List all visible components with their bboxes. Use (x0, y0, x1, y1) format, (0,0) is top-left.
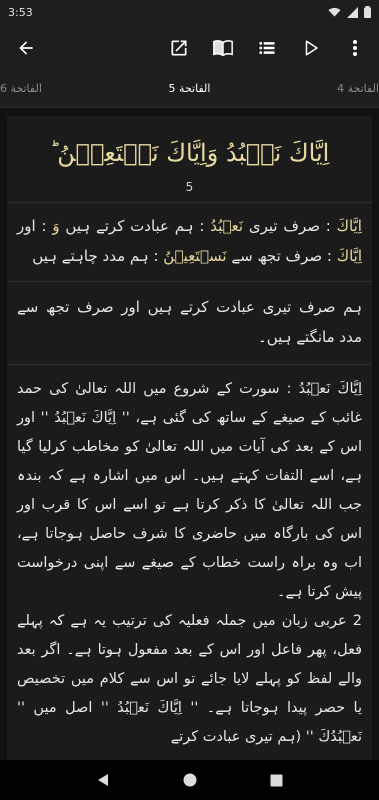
ayah-card: اِيَّاكَ نَعۡبُدُ وَ اِيَّاكَ نَسۡتَعِيۡن… (7, 116, 372, 760)
back-arrow-icon[interactable] (14, 36, 38, 60)
word-meaning: : اور (17, 217, 47, 236)
tab-previous-ayah[interactable]: الفاتحة 4 (337, 82, 379, 95)
translation-text: ہم صرف تیری عبادت کرتے ہیں اور صرف تجھ س… (7, 282, 372, 366)
open-external-icon[interactable] (167, 36, 191, 60)
tab-next-ayah[interactable]: الفاتحة 6 (0, 82, 42, 95)
nav-recents-icon[interactable] (270, 774, 283, 787)
tab-current-ayah[interactable]: الفاتحة 5 (169, 82, 211, 95)
status-bar: 3:53 (0, 0, 379, 24)
word-arabic: وَ (52, 217, 60, 236)
word-meaning: : ہم مدد چاہتے ہیں (32, 247, 159, 266)
status-icons (328, 6, 371, 18)
ayah-arabic-text: اِيَّاكَ نَعۡبُدُ وَاِيَّاكَ نَسۡتَعِيۡن… (49, 139, 330, 167)
word-meaning: : صرف تیری (248, 217, 331, 236)
word-arabic: اِيَّاكَ (336, 217, 362, 236)
more-icon[interactable] (343, 36, 367, 60)
list-icon[interactable] (255, 36, 279, 60)
wifi-icon (328, 7, 341, 17)
ayah-number: 5 (185, 180, 194, 195)
ayah-content[interactable]: اِيَّاكَ نَعۡبُدُ وَ اِيَّاكَ نَسۡتَعِيۡن… (0, 108, 379, 760)
nav-back-icon[interactable] (96, 773, 110, 787)
ayah-box: اِيَّاكَ نَعۡبُدُ وَاِيَّاكَ نَسۡتَعِيۡن… (7, 116, 372, 204)
status-time: 3:53 (8, 5, 33, 19)
tafsir-paragraph: 2 عربی زبان میں جملہ فعلیہ کی ترتیب یہ ہ… (17, 613, 362, 746)
play-icon[interactable] (299, 36, 323, 60)
tafsir-paragraph: اِيَّاكَ نَعۡبُدُ : سورت کے شروع میں الل… (17, 381, 362, 601)
word-by-word: اِيَّاكَ : صرف تیری نَعۡبُدُ : ہم عبادت … (7, 203, 372, 283)
book-icon[interactable] (211, 36, 235, 60)
word-arabic: اِيَّاكَ (336, 247, 362, 266)
ayah-tabs: الفاتحة 6 الفاتحة 5 الفاتحة 4 (0, 72, 379, 108)
word-arabic: نَعۡبُدُ (210, 217, 244, 236)
toolbar (0, 24, 379, 72)
word-meaning: : صرف تجھ سے (231, 247, 332, 266)
word-arabic: نَسۡتَعِيۡنُ (163, 247, 227, 266)
signal-icon (347, 6, 358, 18)
system-nav-bar (0, 760, 379, 800)
word-meaning: : ہم عبادت کرتے ہیں (65, 217, 205, 236)
tafsir-section: اِيَّاكَ نَعۡبُدُ : سورت کے شروع میں الل… (7, 365, 372, 760)
nav-home-icon[interactable] (183, 773, 197, 787)
battery-icon (364, 6, 371, 18)
